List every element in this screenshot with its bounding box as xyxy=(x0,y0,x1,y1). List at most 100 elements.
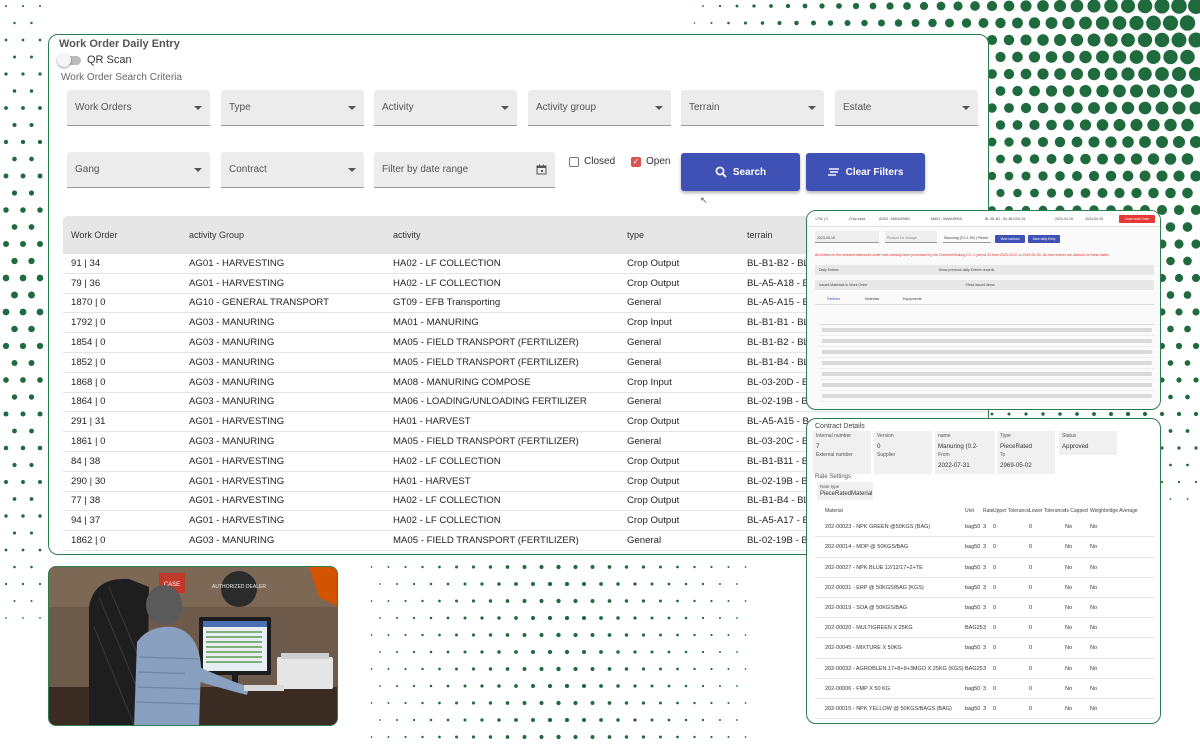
dot xyxy=(1024,412,1028,416)
dot xyxy=(667,650,671,654)
material-cell: 3 xyxy=(983,645,987,652)
toggle-switch[interactable] xyxy=(57,52,81,67)
reason-placeholder: Reason for change xyxy=(887,236,917,240)
dot xyxy=(936,1,946,11)
field-value: 2022-07-31 xyxy=(938,462,970,469)
contract-field[interactable]: Manuring (0.2-1.99) | Pieceb xyxy=(943,231,991,243)
summary-work-order: 1792 | 0 xyxy=(815,217,828,221)
contract-select[interactable]: Contract xyxy=(221,152,364,188)
qr-scan-toggle[interactable]: QR Scan xyxy=(57,52,132,67)
dot xyxy=(1176,377,1182,383)
clear-filters-button[interactable]: Clear Filters xyxy=(806,153,925,191)
material-cell: 0 xyxy=(993,564,997,571)
dot xyxy=(616,650,620,654)
close-work-order-button[interactable]: Close work Order xyxy=(1119,215,1155,223)
dot xyxy=(421,633,424,637)
dot xyxy=(676,735,679,739)
work-date-input[interactable]: 2024-04-15 xyxy=(815,231,879,243)
dot xyxy=(1071,102,1083,114)
dot xyxy=(28,291,35,299)
dot xyxy=(20,445,26,451)
view-contract-button[interactable]: View contract xyxy=(995,235,1025,243)
show-previous-toggle[interactable]: Show previous daily Entries records xyxy=(939,268,995,272)
dot xyxy=(38,38,42,42)
material-row: 202-00023 - NPK GREEN @50KGS (BAG) bag50 3… xyxy=(815,518,1154,538)
dot xyxy=(1182,222,1193,232)
column-header[interactable]: activity xyxy=(387,230,621,240)
mouse-cursor-icon: ↖ xyxy=(700,195,708,205)
dot xyxy=(387,736,390,738)
table-cell: AG03 - MANURING xyxy=(189,396,275,408)
tab-equipments[interactable]: Equipments xyxy=(903,297,921,301)
table-cell: HA02 - LF COLLECTION xyxy=(393,257,501,269)
tab-materials[interactable]: Materials xyxy=(865,297,879,301)
show-issued-toggle[interactable]: Show issued items xyxy=(965,283,994,287)
dot xyxy=(736,719,738,721)
dot xyxy=(599,684,603,688)
dot xyxy=(599,616,603,620)
dot xyxy=(539,666,544,672)
dot xyxy=(1062,50,1075,64)
save-daily-entry-button[interactable]: Save daily Entry xyxy=(1028,235,1060,243)
dot xyxy=(421,599,424,603)
chevron-down-icon xyxy=(194,105,202,110)
table-cell: HA02 - LF COLLECTION xyxy=(393,277,501,289)
table-cell: General xyxy=(627,535,662,547)
dot xyxy=(667,582,671,586)
tab-partners[interactable]: Partners xyxy=(827,297,840,301)
dot xyxy=(522,667,527,671)
daily-entry-detail-panel: 1792 | 0 Crop Input AG03 - MANURING MA01… xyxy=(806,210,1161,410)
dot xyxy=(1063,119,1074,131)
dot xyxy=(21,548,25,552)
dot xyxy=(1020,0,1032,12)
dot xyxy=(827,20,834,26)
activity-group-select[interactable]: Activity group xyxy=(528,90,671,126)
date-range-input[interactable]: Filter by date range xyxy=(374,152,555,188)
column-header[interactable]: Work Order xyxy=(63,230,183,240)
dot xyxy=(446,684,450,688)
activity-select[interactable]: Activity xyxy=(374,90,517,126)
rate-header: Rate xyxy=(983,508,994,514)
table-cell: Crop Input xyxy=(627,317,672,329)
clear-filters-label: Clear Filters xyxy=(845,166,904,178)
gang-select[interactable]: Gang xyxy=(67,152,210,188)
dot xyxy=(1191,239,1200,249)
daily-entries-section[interactable]: Daily Entries Show previous daily Entries… xyxy=(815,265,1154,275)
check-icon[interactable]: ✓ xyxy=(631,156,641,167)
dot xyxy=(1147,118,1160,132)
dot xyxy=(1070,33,1084,47)
dot xyxy=(1087,33,1101,47)
dot xyxy=(11,190,18,196)
material-cell: No xyxy=(1090,625,1098,632)
material-cell: 202-00006 - FMP X 50 KG xyxy=(825,685,891,692)
dot xyxy=(471,565,476,569)
dot xyxy=(12,122,17,128)
material-cell: No xyxy=(1090,564,1098,571)
dot xyxy=(1177,446,1181,450)
reason-select[interactable]: Reason for change xyxy=(885,231,937,243)
type-select[interactable]: Type xyxy=(221,90,364,126)
checkbox-square[interactable] xyxy=(569,156,579,167)
column-header[interactable]: activity Group xyxy=(183,230,387,240)
closed-checkbox[interactable]: Closed xyxy=(569,156,615,167)
work-orders-select[interactable]: Work Orders xyxy=(67,90,210,126)
terrain-select[interactable]: Terrain xyxy=(681,90,824,126)
column-header[interactable]: type xyxy=(621,230,741,240)
issued-materials-section[interactable]: Issued Materials to Work Order Show issue… xyxy=(815,280,1154,290)
calendar-icon[interactable] xyxy=(536,164,547,175)
dealer-sign-text: AUTHORIZED DEALER xyxy=(212,584,266,590)
table-cell: AG01 - HARVESTING xyxy=(189,257,285,269)
material-cell: 0 xyxy=(993,665,997,672)
dot xyxy=(736,583,738,585)
dot xyxy=(387,566,390,568)
dot xyxy=(1121,33,1135,47)
select-label: Gang xyxy=(75,164,100,175)
dot xyxy=(370,600,373,602)
dot xyxy=(514,582,518,586)
estate-select[interactable]: Estate xyxy=(835,90,978,126)
open-checkbox[interactable]: ✓ Open xyxy=(631,156,670,167)
dot xyxy=(710,667,713,671)
dot xyxy=(36,308,44,316)
table-cell: MA06 - LOADING/UNLOADING FERTILIZER xyxy=(393,396,587,408)
search-button[interactable]: Search xyxy=(681,153,800,191)
